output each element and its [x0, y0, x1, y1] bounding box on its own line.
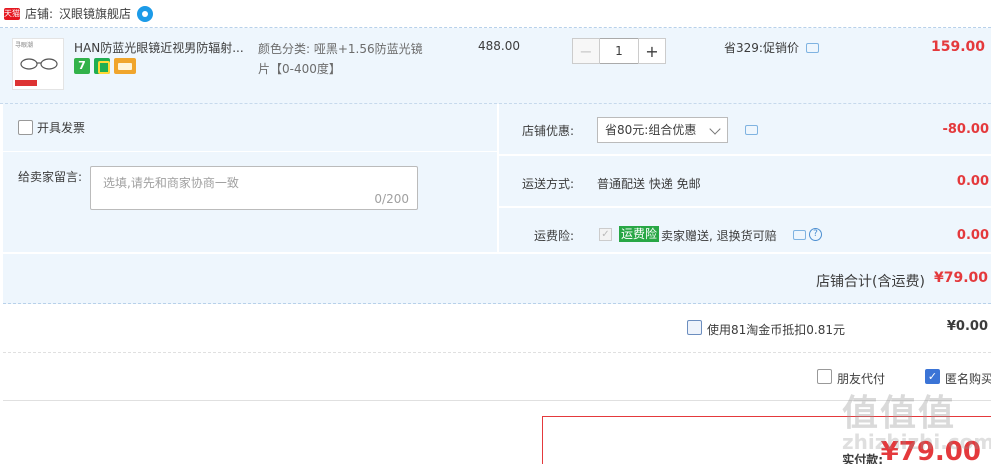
shop-total-amount: ¥79.00	[933, 270, 988, 286]
seven-day-return-icon[interactable]: 7	[74, 58, 90, 74]
sku-line: 片【0-400度】	[258, 62, 341, 76]
product-title-link[interactable]: HAN防蓝光眼镜近视男防辐射...	[74, 39, 246, 56]
quantity-decrease-button[interactable]: −	[572, 38, 600, 64]
wangwang-chat-icon[interactable]	[137, 5, 154, 22]
taojinbi-checkbox[interactable]	[687, 320, 702, 335]
quantity-stepper: − 1 +	[572, 38, 666, 64]
insurance-checkbox: ✓	[599, 228, 612, 241]
help-icon[interactable]: ?	[809, 228, 822, 241]
promotion-info: 省329:促销价	[724, 39, 819, 56]
promotion-text: 省329:促销价	[724, 41, 799, 55]
credit-card-icon[interactable]	[114, 58, 136, 74]
cart-item-row: 寻眼潮 HAN防蓝光眼镜近视男防辐射... 7 颜色分类: 哑黑+1.56防蓝光…	[0, 28, 991, 104]
quantity-increase-button[interactable]: +	[638, 38, 666, 64]
sku-line: 颜色分类: 哑黑+1.56防蓝光镜	[258, 42, 423, 56]
invoice-checkbox[interactable]	[18, 120, 33, 135]
shop-discount-value: 省80元:组合优惠	[605, 123, 697, 137]
insurance-badge: 运费险	[619, 226, 660, 242]
shipping-amount: 0.00	[956, 174, 989, 189]
taojinbi-row: 使用81淘金币抵扣0.81元 ¥0.00	[3, 305, 991, 353]
watermark-logo: 值值值	[842, 393, 957, 434]
seller-memo-textarea[interactable]: 选填,请先和商家协商一致 0/200	[90, 166, 418, 210]
shipping-label: 运送方式:	[521, 177, 574, 191]
anonymous-checkbox[interactable]: ✓	[925, 369, 940, 384]
shop-name-link[interactable]: 汉眼镜旗舰店	[59, 5, 131, 22]
service-icons: 7	[74, 58, 136, 74]
sku-info: 颜色分类: 哑黑+1.56防蓝光镜 片【0-400度】	[258, 39, 438, 79]
guarantee-icon[interactable]	[94, 58, 110, 74]
watermark-url: zhizhizhi.com	[842, 430, 991, 454]
product-thumbnail[interactable]: 寻眼潮	[12, 38, 64, 90]
unit-price: 488.00	[478, 39, 520, 53]
left-options: 开具发票 给卖家留言: 选填,请先和商家协商一致 0/200	[3, 104, 497, 252]
insurance-row: 运费险: ✓ 运费险 卖家赠送, 退换货可赔 ? 0.00	[499, 208, 991, 252]
chevron-down-icon	[709, 123, 721, 135]
invoice-label: 开具发票	[37, 121, 86, 135]
thumbnail-brand-text: 寻眼潮	[15, 42, 34, 49]
shipping-value: 普通配送 快递 免邮	[597, 177, 701, 191]
quantity-input[interactable]: 1	[600, 38, 638, 64]
friend-pay-checkbox[interactable]	[817, 369, 832, 384]
glasses-image-icon	[20, 58, 58, 70]
invoice-option[interactable]: 开具发票	[18, 119, 85, 136]
tmall-badge: 天猫	[4, 7, 20, 20]
taojinbi-amount: ¥0.00	[946, 319, 988, 334]
shipping-row: 运送方式: 普通配送 快递 免邮 0.00	[499, 156, 991, 206]
shop-header: 天猫 店铺: 汉眼镜旗舰店	[0, 0, 991, 28]
insurance-label: 运费险:	[533, 229, 574, 243]
right-options: 店铺优惠: 省80元:组合优惠 -80.00 运送方式: 普通配送 快递 免邮 …	[499, 104, 991, 252]
memo-label: 给卖家留言:	[18, 170, 83, 184]
shop-discount-select[interactable]: 省80元:组合优惠	[597, 117, 728, 143]
comment-icon[interactable]	[745, 125, 758, 135]
order-options-panel: 开具发票 给卖家留言: 选填,请先和商家协商一致 0/200 店铺优惠: 省80…	[3, 104, 991, 304]
insurance-amount: 0.00	[956, 228, 989, 243]
insurance-text: 卖家赠送, 退换货可赔	[661, 229, 777, 243]
shop-total-label: 店铺合计(含运费)	[816, 274, 925, 290]
shop-label: 店铺:	[25, 7, 54, 21]
item-subtotal: 159.00	[930, 39, 985, 55]
shop-total-row: 店铺合计(含运费) ¥79.00	[3, 252, 991, 304]
comment-icon[interactable]	[793, 230, 806, 240]
thumbnail-red-banner	[15, 80, 37, 86]
memo-char-count: 0/200	[374, 192, 409, 206]
memo-placeholder: 选填,请先和商家协商一致	[103, 176, 239, 190]
comment-icon[interactable]	[805, 43, 819, 53]
divider	[3, 151, 497, 152]
shop-discount-label: 店铺优惠:	[521, 124, 574, 138]
shop-discount-row: 店铺优惠: 省80元:组合优惠 -80.00	[499, 104, 991, 154]
shop-discount-amount: -80.00	[942, 122, 989, 137]
taojinbi-label: 使用81淘金币抵扣0.81元	[707, 323, 845, 337]
